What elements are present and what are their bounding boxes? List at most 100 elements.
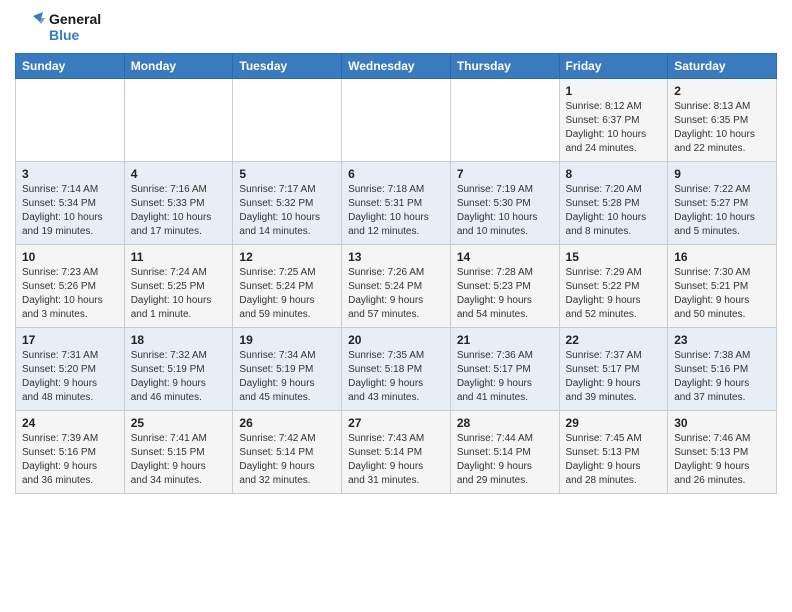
day-info: Sunrise: 7:39 AMSunset: 5:16 PMDaylight:… [22,432,118,488]
day-info: Sunrise: 7:38 AMSunset: 5:16 PMDaylight:… [674,349,770,405]
calendar-week-1: 1 Sunrise: 8:12 AMSunset: 6:37 PMDaylight… [16,79,777,162]
calendar-cell: 19Sunrise: 7:34 AMSunset: 5:19 PMDayligh… [233,328,342,411]
day-number: 8 [566,167,662,181]
day-info: Sunrise: 7:34 AMSunset: 5:19 PMDaylight:… [239,349,335,405]
day-number: 17 [22,333,118,347]
calendar-cell: 7 Sunrise: 7:19 AMSunset: 5:30 PMDaylight… [450,162,559,245]
day-number: 5 [239,167,335,181]
calendar-cell: 18Sunrise: 7:32 AMSunset: 5:19 PMDayligh… [124,328,233,411]
day-info: Sunrise: 7:44 AMSunset: 5:14 PMDaylight:… [457,432,553,488]
day-info: Sunrise: 7:24 AMSunset: 5:25 PMDaylight:… [131,266,227,322]
day-info: Sunrise: 7:19 AMSunset: 5:30 PMDaylight:… [457,183,553,239]
day-number: 18 [131,333,227,347]
calendar-table: SundayMondayTuesdayWednesdayThursdayFrid… [15,53,777,494]
calendar-body: 1 Sunrise: 8:12 AMSunset: 6:37 PMDaylight… [16,79,777,494]
calendar-cell: 5 Sunrise: 7:17 AMSunset: 5:32 PMDaylight… [233,162,342,245]
day-info: Sunrise: 8:12 AMSunset: 6:37 PMDaylight:… [566,100,662,156]
calendar-cell: 23 Sunrise: 7:38 AMSunset: 5:16 PMDayligh… [668,328,777,411]
day-info: Sunrise: 7:28 AMSunset: 5:23 PMDaylight:… [457,266,553,322]
weekday-header-saturday: Saturday [668,54,777,79]
calendar-cell: 25Sunrise: 7:41 AMSunset: 5:15 PMDayligh… [124,411,233,494]
calendar-cell: 13 Sunrise: 7:26 AMSunset: 5:24 PMDayligh… [342,245,451,328]
page-header: General Blue [15,10,777,45]
weekday-header-sunday: Sunday [16,54,125,79]
day-number: 14 [457,250,553,264]
day-number: 22 [566,333,662,347]
day-info: Sunrise: 7:31 AMSunset: 5:20 PMDaylight:… [22,349,118,405]
calendar-cell: 26Sunrise: 7:42 AMSunset: 5:14 PMDayligh… [233,411,342,494]
calendar-cell [16,79,125,162]
day-number: 4 [131,167,227,181]
day-info: Sunrise: 8:13 AMSunset: 6:35 PMDaylight:… [674,100,770,156]
day-number: 28 [457,416,553,430]
logo: General Blue [15,10,101,45]
calendar-cell: 22Sunrise: 7:37 AMSunset: 5:17 PMDayligh… [559,328,668,411]
day-info: Sunrise: 7:41 AMSunset: 5:15 PMDaylight:… [131,432,227,488]
day-info: Sunrise: 7:17 AMSunset: 5:32 PMDaylight:… [239,183,335,239]
weekday-header-monday: Monday [124,54,233,79]
day-info: Sunrise: 7:45 AMSunset: 5:13 PMDaylight:… [566,432,662,488]
logo-bird-icon [15,10,45,40]
day-info: Sunrise: 7:30 AMSunset: 5:21 PMDaylight:… [674,266,770,322]
day-number: 20 [348,333,444,347]
day-info: Sunrise: 7:23 AMSunset: 5:26 PMDaylight:… [22,266,118,322]
calendar-cell: 2 Sunrise: 8:13 AMSunset: 6:35 PMDaylight… [668,79,777,162]
day-info: Sunrise: 7:20 AMSunset: 5:28 PMDaylight:… [566,183,662,239]
calendar-week-3: 10Sunrise: 7:23 AMSunset: 5:26 PMDayligh… [16,245,777,328]
day-info: Sunrise: 7:22 AMSunset: 5:27 PMDaylight:… [674,183,770,239]
day-info: Sunrise: 7:43 AMSunset: 5:14 PMDaylight:… [348,432,444,488]
day-info: Sunrise: 7:46 AMSunset: 5:13 PMDaylight:… [674,432,770,488]
calendar-cell: 16 Sunrise: 7:30 AMSunset: 5:21 PMDayligh… [668,245,777,328]
calendar-cell: 9 Sunrise: 7:22 AMSunset: 5:27 PMDaylight… [668,162,777,245]
calendar-header: SundayMondayTuesdayWednesdayThursdayFrid… [16,54,777,79]
calendar-week-4: 17 Sunrise: 7:31 AMSunset: 5:20 PMDayligh… [16,328,777,411]
calendar-cell: 17 Sunrise: 7:31 AMSunset: 5:20 PMDayligh… [16,328,125,411]
day-number: 12 [239,250,335,264]
day-number: 15 [566,250,662,264]
day-number: 21 [457,333,553,347]
day-number: 27 [348,416,444,430]
day-number: 30 [674,416,770,430]
calendar-cell: 6 Sunrise: 7:18 AMSunset: 5:31 PMDaylight… [342,162,451,245]
calendar-cell: 20 Sunrise: 7:35 AMSunset: 5:18 PMDayligh… [342,328,451,411]
day-info: Sunrise: 7:14 AMSunset: 5:34 PMDaylight:… [22,183,118,239]
calendar-cell: 4 Sunrise: 7:16 AMSunset: 5:33 PMDaylight… [124,162,233,245]
day-number: 3 [22,167,118,181]
logo-text-blue: Blue [49,28,101,43]
day-number: 2 [674,84,770,98]
calendar-week-2: 3 Sunrise: 7:14 AMSunset: 5:34 PMDaylight… [16,162,777,245]
day-number: 7 [457,167,553,181]
calendar-cell: 21Sunrise: 7:36 AMSunset: 5:17 PMDayligh… [450,328,559,411]
weekday-header-friday: Friday [559,54,668,79]
weekday-header-row: SundayMondayTuesdayWednesdayThursdayFrid… [16,54,777,79]
day-number: 16 [674,250,770,264]
calendar-cell: 15 Sunrise: 7:29 AMSunset: 5:22 PMDayligh… [559,245,668,328]
weekday-header-tuesday: Tuesday [233,54,342,79]
weekday-header-thursday: Thursday [450,54,559,79]
calendar-cell: 30 Sunrise: 7:46 AMSunset: 5:13 PMDayligh… [668,411,777,494]
calendar-cell: 3 Sunrise: 7:14 AMSunset: 5:34 PMDaylight… [16,162,125,245]
day-info: Sunrise: 7:26 AMSunset: 5:24 PMDaylight:… [348,266,444,322]
logo-text-general: General [49,12,101,27]
day-number: 29 [566,416,662,430]
calendar-cell: 29 Sunrise: 7:45 AMSunset: 5:13 PMDayligh… [559,411,668,494]
day-number: 6 [348,167,444,181]
day-number: 11 [131,250,227,264]
day-info: Sunrise: 7:16 AMSunset: 5:33 PMDaylight:… [131,183,227,239]
day-info: Sunrise: 7:25 AMSunset: 5:24 PMDaylight:… [239,266,335,322]
day-number: 1 [566,84,662,98]
calendar-cell [124,79,233,162]
calendar-week-5: 24Sunrise: 7:39 AMSunset: 5:16 PMDayligh… [16,411,777,494]
calendar-cell: 14 Sunrise: 7:28 AMSunset: 5:23 PMDayligh… [450,245,559,328]
day-number: 13 [348,250,444,264]
calendar-cell [450,79,559,162]
calendar-cell: 12 Sunrise: 7:25 AMSunset: 5:24 PMDayligh… [233,245,342,328]
day-info: Sunrise: 7:29 AMSunset: 5:22 PMDaylight:… [566,266,662,322]
calendar-cell [233,79,342,162]
day-info: Sunrise: 7:18 AMSunset: 5:31 PMDaylight:… [348,183,444,239]
calendar-cell: 28 Sunrise: 7:44 AMSunset: 5:14 PMDayligh… [450,411,559,494]
calendar-cell: 8 Sunrise: 7:20 AMSunset: 5:28 PMDaylight… [559,162,668,245]
day-info: Sunrise: 7:35 AMSunset: 5:18 PMDaylight:… [348,349,444,405]
day-number: 23 [674,333,770,347]
day-number: 9 [674,167,770,181]
